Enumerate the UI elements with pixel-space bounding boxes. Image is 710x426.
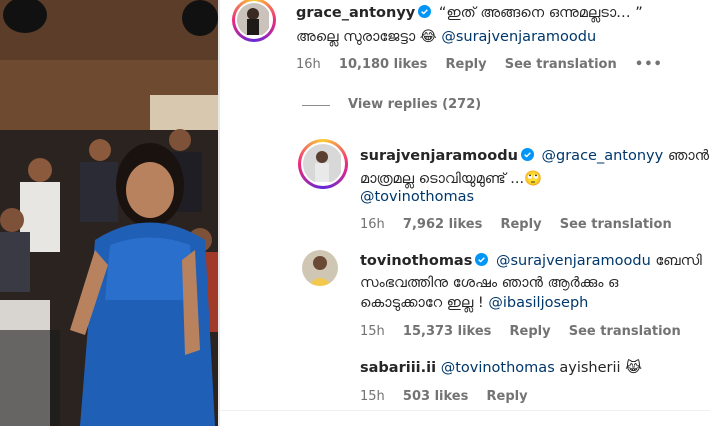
comment-body: ബേസി xyxy=(655,253,702,269)
comment-username[interactable]: sabariii.ii xyxy=(360,360,436,376)
comment-text: tovinothomas @surajvenjaramoodu ബേസി xyxy=(360,250,702,272)
reply-button[interactable]: Reply xyxy=(500,217,541,232)
reply-button[interactable]: Reply xyxy=(487,389,528,404)
comment-meta: 16h 10,180 likes Reply See translation •… xyxy=(296,57,677,72)
comment-text-line2: സംഭവത്തിനു ശേഷം ഞാൻ ആർക്കും ഒ xyxy=(360,272,618,294)
comment-body: “ഇത് അങ്ങനെ ഒന്നുമല്ലടാ… ” xyxy=(438,5,643,21)
bottom-divider xyxy=(220,410,710,411)
comment-meta: 15h 15,373 likes Reply See translation xyxy=(360,324,695,339)
comment-time: 16h xyxy=(360,217,385,232)
comment-time: 16h xyxy=(296,57,321,72)
mention-link[interactable]: @surajvenjaramoodu xyxy=(496,253,651,269)
mention-link[interactable]: @surajvenjaramoodu xyxy=(441,29,596,45)
see-translation-button[interactable]: See translation xyxy=(505,57,617,72)
verified-badge-icon xyxy=(520,148,534,161)
comment-username[interactable]: tovinothomas xyxy=(360,253,472,269)
avatar-tovino[interactable] xyxy=(302,250,338,286)
comment-body: കൊടുക്കാറേ ഇല്ല ! xyxy=(360,295,484,311)
mention-link[interactable]: @ibasiljoseph xyxy=(488,295,588,311)
comment-meta: 16h 7,962 likes Reply See translation xyxy=(360,217,686,232)
comment-body: അല്ലെ സുരാജേട്ടാ 😂 xyxy=(296,29,437,45)
see-translation-button[interactable]: See translation xyxy=(569,324,681,339)
mention-link[interactable]: @tovinothomas xyxy=(441,360,555,376)
comment-body: മാത്രമല്ല ടൊവിയുമുണ്ട് ...🙄 xyxy=(360,171,543,187)
replies-line xyxy=(302,105,330,106)
comment-text: grace_antonyy “ഇത് അങ്ങനെ ഒന്നുമല്ലടാ… ” xyxy=(296,2,643,24)
event-photo xyxy=(0,0,218,426)
verified-badge-icon xyxy=(418,5,432,18)
comment-text: surajvenjaramoodu @grace_antonyy ഞാൻ xyxy=(360,145,709,167)
more-options-icon[interactable]: ••• xyxy=(635,57,663,72)
comment-username[interactable]: surajvenjaramoodu xyxy=(360,148,518,164)
comments-panel[interactable]: grace_antonyy “ഇത് അങ്ങനെ ഒന്നുമല്ലടാ… ”… xyxy=(220,0,710,426)
likes-count[interactable]: 7,962 likes xyxy=(403,217,482,232)
comment-time: 15h xyxy=(360,324,385,339)
reply-button[interactable]: Reply xyxy=(510,324,551,339)
likes-count[interactable]: 10,180 likes xyxy=(339,57,427,72)
comment-text-line3: കൊടുക്കാറേ ഇല്ല ! @ibasiljoseph xyxy=(360,292,588,314)
reply-button[interactable]: Reply xyxy=(446,57,487,72)
mention-link[interactable]: @tovinothomas xyxy=(360,189,474,205)
comment-meta: 15h 503 likes Reply xyxy=(360,389,542,404)
mention-link[interactable]: @grace_antonyy xyxy=(542,148,664,164)
comment-text-line2: അല്ലെ സുരാജേട്ടാ 😂 @surajvenjaramoodu xyxy=(296,26,596,48)
comment-body: ayisherii 😹 xyxy=(559,360,643,376)
verified-badge-icon xyxy=(475,253,489,266)
comment-body: ഞാൻ xyxy=(667,148,710,164)
comment-text: sabariii.ii @tovinothomas ayisherii 😹 xyxy=(360,357,642,379)
comment-text-line3: @tovinothomas xyxy=(360,186,474,208)
comment-username[interactable]: grace_antonyy xyxy=(296,5,415,21)
likes-count[interactable]: 15,373 likes xyxy=(403,324,491,339)
see-translation-button[interactable]: See translation xyxy=(560,217,672,232)
comment-body: സംഭവത്തിനു ശേഷം ഞാൻ ആർക്കും ഒ xyxy=(360,275,619,291)
avatar-suraj[interactable] xyxy=(298,139,348,189)
likes-count[interactable]: 503 likes xyxy=(403,389,468,404)
view-replies-button[interactable]: View replies (272) xyxy=(348,97,481,112)
comment-time: 15h xyxy=(360,389,385,404)
avatar-grace[interactable] xyxy=(232,0,276,42)
